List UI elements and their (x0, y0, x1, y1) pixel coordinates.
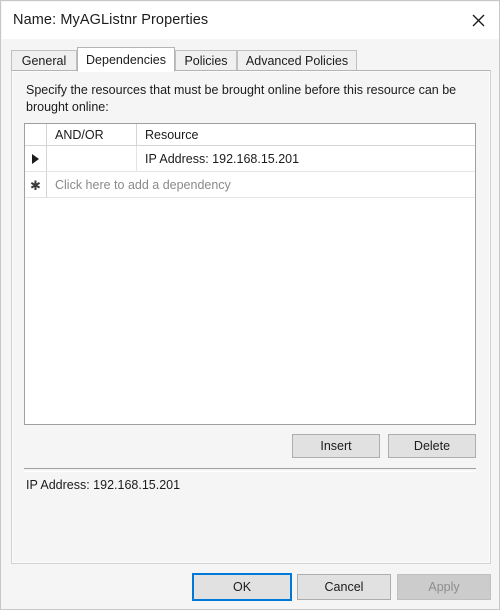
tab-policies-label: Policies (184, 54, 228, 68)
row-new-asterisk-glyph: ✱ (30, 178, 41, 193)
grid-header-and-or: AND/OR (47, 124, 137, 145)
tab-general-label: General (21, 54, 67, 68)
window-title: Name: MyAGListnr Properties (13, 12, 209, 28)
tab-strip: General Dependencies Policies Advanced P… (11, 47, 491, 72)
grid-header-selector (25, 124, 47, 145)
apply-button: Apply (397, 574, 491, 600)
delete-button[interactable]: Delete (388, 434, 476, 458)
row-current-arrow-icon[interactable] (25, 146, 47, 171)
ok-button-label: OK (232, 580, 252, 594)
dependencies-grid[interactable]: AND/OR Resource IP Address: 192.168.15.2… (24, 123, 476, 425)
new-dependency-placeholder[interactable]: Click here to add a dependency (47, 172, 475, 197)
ok-button[interactable]: OK (193, 574, 291, 600)
instruction-text: Specify the resources that must be broug… (26, 83, 457, 114)
delete-button-label: Delete (413, 439, 451, 453)
row-and-or-cell[interactable] (47, 146, 137, 171)
table-row[interactable]: IP Address: 192.168.15.201 (25, 146, 475, 172)
tab-dependencies[interactable]: Dependencies (77, 47, 175, 72)
tab-advanced-policies-label: Advanced Policies (245, 54, 349, 68)
selected-dependency-status: IP Address: 192.168.15.201 (26, 478, 181, 492)
new-dependency-row[interactable]: ✱ Click here to add a dependency (25, 172, 475, 198)
cancel-button-label: Cancel (324, 580, 364, 594)
tab-dependencies-label: Dependencies (86, 52, 166, 67)
close-icon[interactable] (456, 2, 499, 38)
grid-header-resource: Resource (145, 127, 199, 142)
title-bar: Name: MyAGListnr Properties (2, 2, 499, 39)
section-divider (24, 468, 476, 472)
grid-header-row: AND/OR Resource (25, 124, 475, 146)
row-new-asterisk-icon[interactable]: ✱ (25, 172, 47, 197)
tab-policies[interactable]: Policies (175, 50, 237, 71)
tab-advanced-policies[interactable]: Advanced Policies (237, 50, 357, 71)
insert-button[interactable]: Insert (292, 434, 380, 458)
insert-button-label: Insert (320, 439, 352, 453)
cancel-button[interactable]: Cancel (297, 574, 391, 600)
tab-general[interactable]: General (11, 50, 77, 71)
apply-button-label: Apply (428, 580, 460, 594)
row-current-arrow-glyph (32, 153, 39, 164)
dependencies-tab-panel: Specify the resources that must be broug… (11, 70, 491, 564)
row-resource-cell[interactable]: IP Address: 192.168.15.201 (137, 146, 475, 171)
properties-dialog: Name: MyAGListnr Properties General Depe… (0, 0, 500, 610)
